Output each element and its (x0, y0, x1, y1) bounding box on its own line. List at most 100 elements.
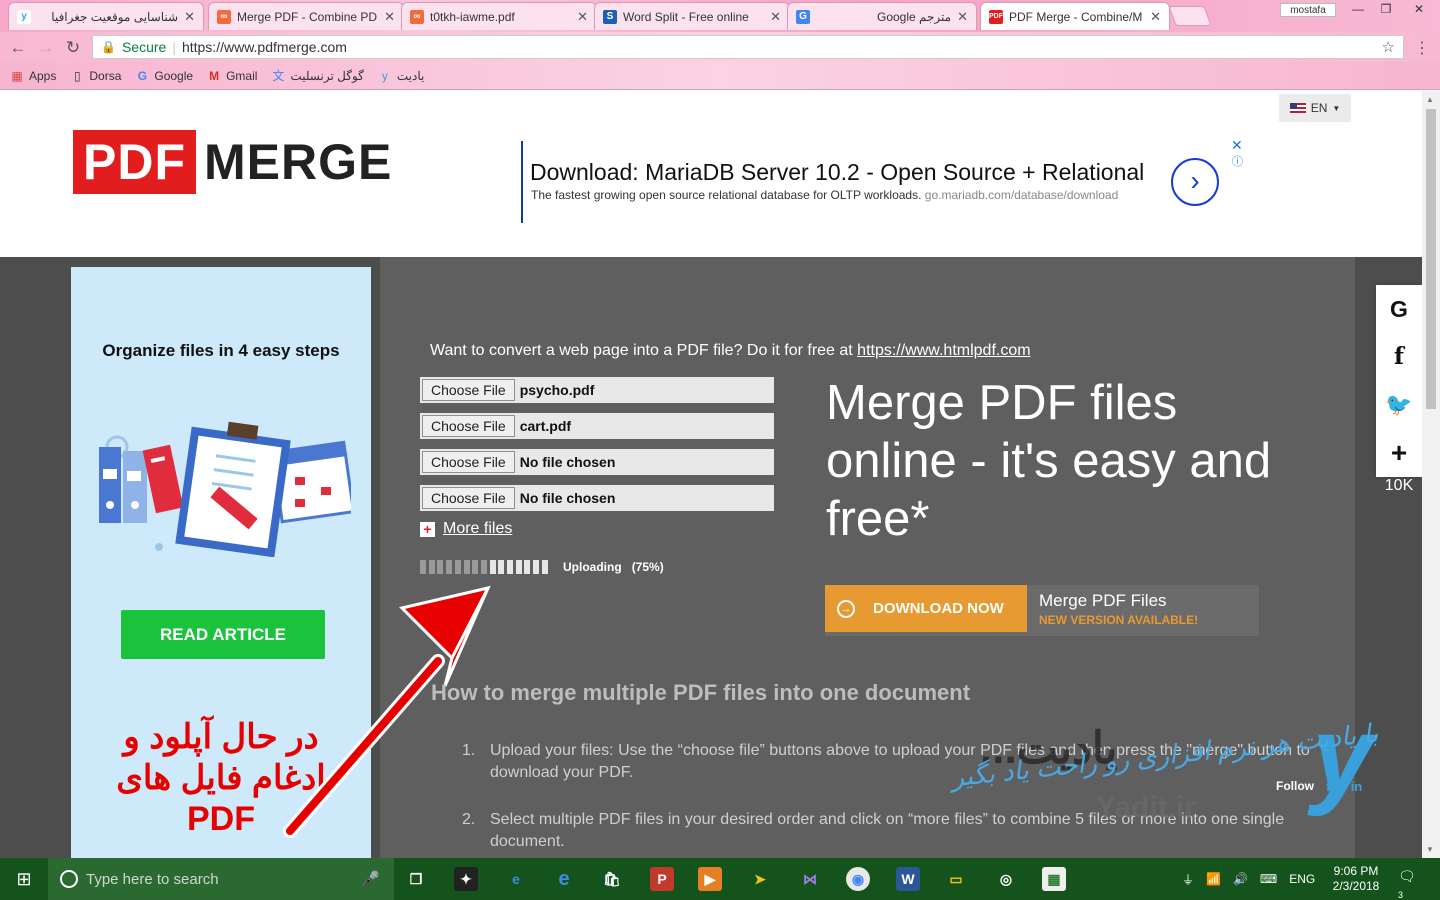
share-count: 10K (1384, 477, 1414, 494)
bookmark-gmail[interactable]: M Gmail (207, 69, 257, 83)
progress-segment (437, 560, 444, 574)
tab-yadit[interactable]: y شناسایی موقعیت جغرافیا ✕ (8, 2, 204, 30)
google-share-icon[interactable]: G (1376, 285, 1422, 333)
bookmark-dorsa[interactable]: ▯ Dorsa (70, 69, 121, 83)
htmlpdf-link[interactable]: https://www.htmlpdf.com (857, 342, 1030, 359)
bookmark-translate[interactable]: 文 گوگل ترنسلیت (271, 67, 363, 84)
more-files-link[interactable]: + More files (420, 520, 512, 538)
bookmarks-bar: ▦ Apps ▯ Dorsa G Google M Gmail 文 گوگل ترنسلی… (0, 62, 1440, 90)
wifi-icon[interactable]: 📶 (1206, 872, 1221, 886)
ad-close-icon[interactable]: ✕ (1231, 137, 1243, 154)
page-icon: ▯ (74, 68, 81, 83)
progress-segment (446, 560, 453, 574)
taskbar-search[interactable]: Type here to search 🎤 (48, 858, 394, 900)
taskbar-clock[interactable]: 9:06 PM 2/3/2018 (1330, 864, 1382, 894)
page-scrollbar[interactable]: ▲ ▼ (1422, 91, 1440, 858)
bookmark-google[interactable]: G Google (135, 69, 193, 83)
promo-text: Want to convert a web page into a PDF fi… (430, 342, 1031, 359)
facebook-share-icon[interactable]: f (1376, 333, 1422, 381)
close-tab-icon[interactable]: ✕ (770, 9, 781, 25)
windows-start-icon[interactable]: ⊞ (0, 858, 48, 900)
address-url[interactable]: https://www.pdfmerge.com (182, 39, 347, 55)
word-icon[interactable]: W (896, 867, 920, 891)
progress-segment (428, 560, 435, 574)
more-share-icon[interactable]: + (1376, 429, 1422, 477)
progress-segment (480, 560, 487, 574)
close-tab-icon[interactable]: ✕ (1150, 9, 1161, 25)
file-name: No file chosen (519, 490, 616, 506)
tab-google-translate[interactable]: G Google مترجم ✕ (787, 2, 977, 30)
progress-segment (454, 560, 461, 574)
progress-segment (533, 560, 540, 574)
task-view-icon[interactable]: ❐ (404, 867, 428, 891)
pdfmerge-logo[interactable]: PDF MERGE (73, 130, 392, 194)
choose-file-button[interactable]: Choose File (422, 487, 515, 509)
choose-file-button[interactable]: Choose File (422, 415, 515, 437)
ad-info-icon[interactable]: ⓘ (1232, 153, 1243, 169)
close-tab-icon[interactable]: ✕ (384, 9, 395, 25)
tray-device-icon[interactable]: ⏚ (1182, 871, 1194, 888)
visual-studio-icon[interactable]: ⋈ (798, 867, 822, 891)
file-input-1[interactable]: Choose File psycho.pdf (420, 377, 774, 403)
profile-chip[interactable]: mostafa (1280, 3, 1336, 17)
address-separator: | (172, 39, 176, 55)
internet-explorer-icon[interactable]: e (552, 867, 576, 891)
star-icon[interactable]: ☆ (1382, 38, 1395, 56)
ad-chevron-right-icon[interactable]: › (1171, 158, 1219, 206)
tab-pdf-file[interactable]: ∞ t0tkh-iawme.pdf ✕ (401, 2, 597, 30)
progress-segment (489, 560, 496, 574)
tab-merge-pdf[interactable]: ∞ Merge PDF - Combine PD ✕ (208, 2, 404, 30)
minimize-icon[interactable]: — (1344, 0, 1372, 18)
progress-segment (515, 560, 522, 574)
restore-icon[interactable]: ❐ (1372, 0, 1400, 18)
close-window-icon[interactable]: ✕ (1402, 0, 1436, 18)
forward-icon[interactable]: → (36, 38, 56, 58)
pdf-favicon-icon: PDF (989, 9, 1003, 24)
address-bar[interactable]: 🔒 Secure | https://www.pdfmerge.com ☆ (92, 35, 1404, 59)
close-tab-icon[interactable]: ✕ (184, 9, 195, 25)
scroll-down-icon[interactable]: ▼ (1426, 845, 1434, 854)
notification-icon[interactable]: 🗨3 (1398, 868, 1420, 900)
choose-file-button[interactable]: Choose File (422, 451, 515, 473)
microphone-icon[interactable]: 🎤 (361, 870, 380, 888)
banner-ad[interactable]: Download: MariaDB Server 10.2 - Open Sou… (521, 137, 1251, 223)
file-input-4[interactable]: Choose File No file chosen (420, 485, 774, 511)
back-icon[interactable]: ← (8, 38, 28, 58)
reload-icon[interactable]: ↻ (63, 38, 83, 58)
twitter-share-icon[interactable]: 🐦 (1376, 381, 1422, 429)
s-favicon-icon: S (603, 9, 617, 24)
bookmark-yadit[interactable]: y یادیت (378, 69, 424, 83)
language-indicator[interactable]: ENG (1289, 872, 1315, 886)
choose-file-button[interactable]: Choose File (422, 379, 515, 401)
app-icon[interactable]: ◎ (994, 867, 1018, 891)
language-selector[interactable]: EN ▼ (1279, 94, 1351, 122)
yadit-favicon-icon: y (17, 9, 31, 24)
lock-icon: 🔒 (101, 40, 116, 54)
close-tab-icon[interactable]: ✕ (957, 9, 968, 25)
chrome-icon[interactable]: ◉ (846, 867, 870, 891)
edge-icon[interactable]: e (504, 867, 528, 891)
file-input-2[interactable]: Choose File cart.pdf (420, 413, 774, 439)
keyboard-icon[interactable]: ⌨ (1260, 872, 1277, 886)
tab-pdf-merge-active[interactable]: PDF PDF Merge - Combine/M ✕ (980, 2, 1170, 30)
bookmark-apps[interactable]: ▦ Apps (10, 69, 56, 83)
app-arrow-icon[interactable]: ➤ (748, 867, 772, 891)
scroll-thumb[interactable] (1426, 109, 1436, 409)
menu-icon[interactable]: ⋮ (1414, 38, 1430, 58)
new-tab-button[interactable] (1168, 6, 1212, 26)
store-icon[interactable]: 🛍 (600, 867, 624, 891)
tab-strip: y شناسایی موقعیت جغرافیا ✕ ∞ Merge PDF -… (0, 0, 1440, 32)
image-app-icon[interactable]: ▦ (1042, 867, 1066, 891)
side-ad-title: Organize files in 4 easy steps (102, 341, 340, 360)
app-icon[interactable]: ✦ (454, 867, 478, 891)
file-explorer-icon[interactable]: ▭ (944, 867, 968, 891)
download-now-button[interactable]: → DOWNLOAD NOW (825, 585, 1027, 632)
media-player-icon[interactable]: ▶ (698, 867, 722, 891)
close-tab-icon[interactable]: ✕ (577, 9, 588, 25)
file-input-3[interactable]: Choose File No file chosen (420, 449, 774, 475)
tab-word-split[interactable]: S Word Split - Free online ✕ (594, 2, 790, 30)
powerpoint-p-icon[interactable]: P (650, 867, 674, 891)
volume-icon[interactable]: 🔊 (1233, 872, 1248, 886)
ad-title[interactable]: Download: MariaDB Server 10.2 - Open Sou… (530, 159, 1144, 186)
scroll-up-icon[interactable]: ▲ (1426, 95, 1434, 104)
